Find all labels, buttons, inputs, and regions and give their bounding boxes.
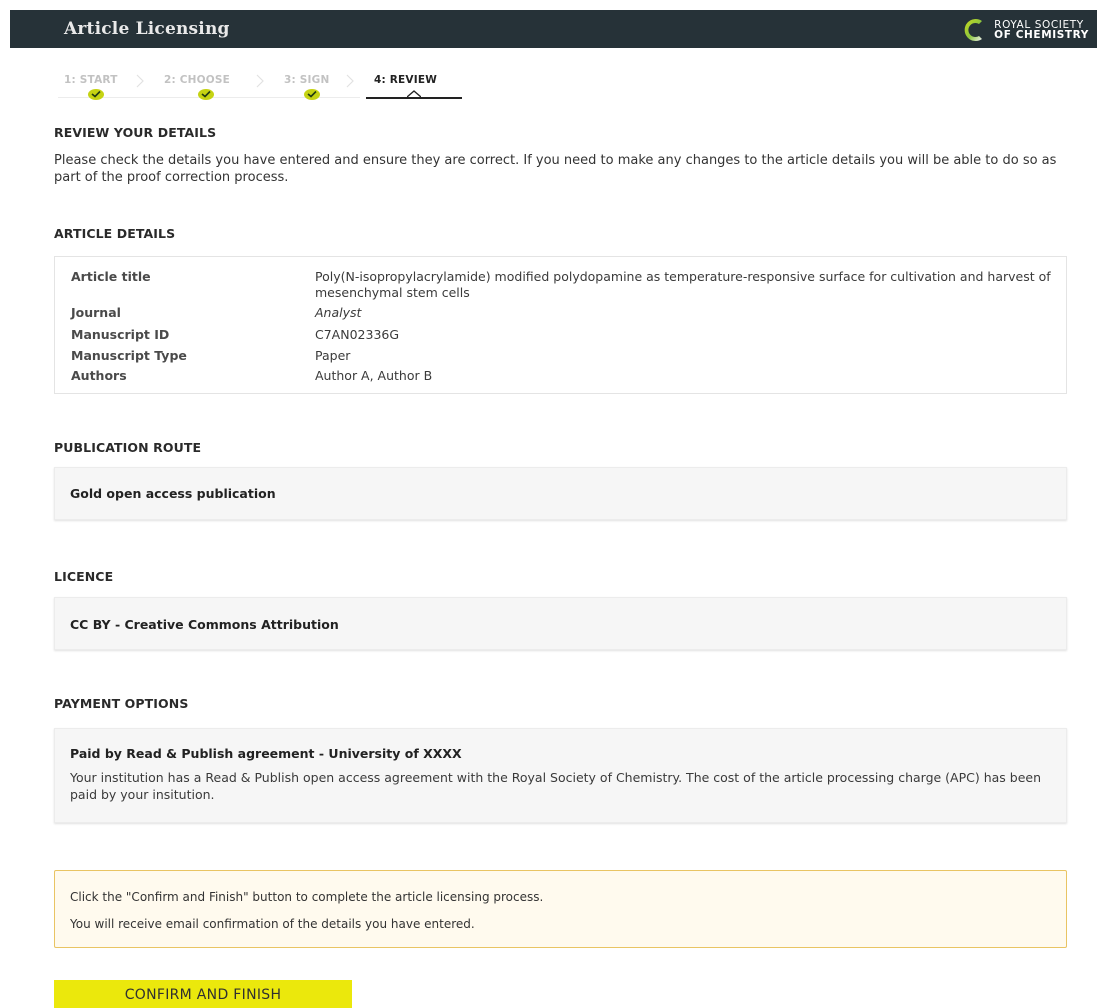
step-label: 4: REVIEW xyxy=(374,74,438,86)
detail-key: Article title xyxy=(71,269,151,284)
step-sign[interactable]: 3: SIGN xyxy=(284,74,330,100)
detail-value: Author A, Author B xyxy=(315,368,433,383)
notice-line-2: You will receive email confirmation of t… xyxy=(70,917,475,931)
licence-value: CC BY - Creative Commons Attribution xyxy=(70,617,339,632)
rsc-logo-icon xyxy=(964,19,983,41)
active-step-caret-icon xyxy=(407,90,421,98)
licence-heading: LICENCE xyxy=(54,569,114,584)
article-details-heading: ARTICLE DETAILS xyxy=(54,226,176,241)
step-label: 2: CHOOSE xyxy=(164,74,231,86)
publication-route-heading: PUBLICATION ROUTE xyxy=(54,440,202,455)
logo-line-2: OF CHEMISTRY xyxy=(994,29,1089,41)
publication-route-panel: Gold open access publication xyxy=(54,467,1067,520)
step-label: 1: START xyxy=(64,74,118,86)
article-details-panel: Article title Poly(N-isopropylacrylamide… xyxy=(54,256,1067,394)
detail-key: Journal xyxy=(71,305,121,320)
payment-description: Your institution has a Read & Publish op… xyxy=(70,770,1042,802)
detail-row-title: Article title Poly(N-isopropylacrylamide… xyxy=(71,269,1061,303)
notice-line-1: Click the "Confirm and Finish" button to… xyxy=(70,890,544,904)
payment-title: Paid by Read & Publish agreement - Unive… xyxy=(70,746,462,761)
detail-value: Paper xyxy=(315,348,351,363)
licence-panel: CC BY - Creative Commons Attribution xyxy=(54,597,1067,650)
payment-panel: Paid by Read & Publish agreement - Unive… xyxy=(54,728,1067,823)
publication-route-value: Gold open access publication xyxy=(70,486,276,501)
confirm-and-finish-button[interactable]: CONFIRM AND FINISH xyxy=(54,980,352,1008)
confirmation-notice: Click the "Confirm and Finish" button to… xyxy=(54,870,1067,948)
detail-row-manuscript-id: Manuscript ID C7AN02336G xyxy=(71,327,1061,343)
check-icon xyxy=(198,89,214,100)
review-heading: REVIEW YOUR DETAILS xyxy=(54,125,217,140)
detail-value: Analyst xyxy=(315,305,362,320)
rsc-logo[interactable]: ROYAL SOCIETY OF CHEMISTRY xyxy=(962,17,1089,43)
step-separator-icon xyxy=(136,74,144,88)
detail-row-manuscript-type: Manuscript Type Paper xyxy=(71,348,1061,364)
detail-key: Manuscript Type xyxy=(71,348,187,363)
top-bar: Article Licensing ROYAL SOCIETY OF CHEMI… xyxy=(10,10,1097,48)
check-icon xyxy=(88,89,104,100)
app-title: Article Licensing xyxy=(64,19,230,39)
detail-value: Poly(N-isopropylacrylamide) modified pol… xyxy=(315,269,1051,300)
detail-row-authors: Authors Author A, Author B xyxy=(71,368,1061,384)
step-review[interactable]: 4: REVIEW xyxy=(374,74,437,86)
detail-key: Manuscript ID xyxy=(71,327,170,342)
check-icon xyxy=(304,89,320,100)
step-separator-icon xyxy=(256,74,264,88)
logo-wordmark: ROYAL SOCIETY OF CHEMISTRY xyxy=(994,20,1089,41)
step-separator-icon xyxy=(346,74,354,88)
detail-value: C7AN02336G xyxy=(315,327,400,342)
step-choose[interactable]: 2: CHOOSE xyxy=(164,74,231,100)
detail-row-journal: Journal Analyst xyxy=(71,305,1061,321)
detail-key: Authors xyxy=(71,368,127,383)
review-description: Please check the details you have entere… xyxy=(54,153,1057,185)
step-start[interactable]: 1: START xyxy=(64,74,118,100)
payment-options-heading: PAYMENT OPTIONS xyxy=(54,696,189,711)
step-label: 3: SIGN xyxy=(284,74,330,86)
